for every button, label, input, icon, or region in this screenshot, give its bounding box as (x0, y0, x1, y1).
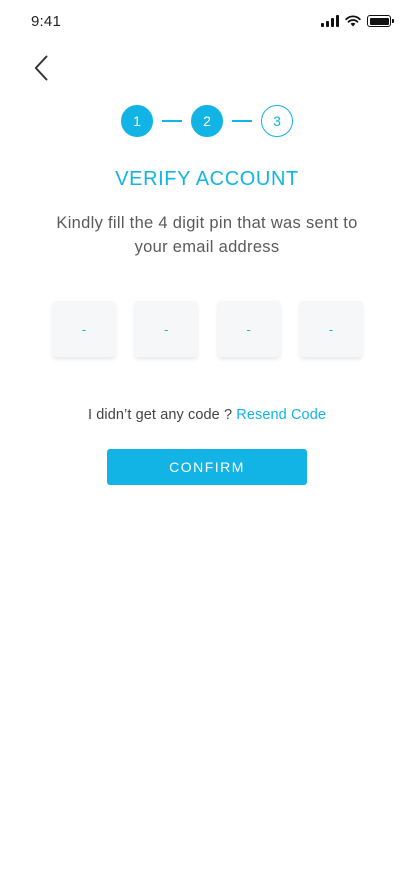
battery-icon (367, 15, 394, 27)
pin-digit-2[interactable]: - (135, 301, 198, 357)
instruction-text: Kindly fill the 4 digit pin that was sen… (56, 214, 358, 256)
progress-stepper: 1 2 3 (0, 105, 414, 137)
step-1: 1 (121, 105, 153, 137)
pin-digit-1[interactable]: - (53, 301, 115, 357)
resend-prompt: I didn’t get any code ? (87, 407, 237, 423)
confirm-button[interactable]: CONFIRM (107, 449, 307, 485)
status-time: 9:41 (31, 13, 61, 30)
step-connector (162, 120, 182, 122)
resend-row: I didn’t get any code ? Resend Code (0, 407, 414, 423)
page-title: VERIFY ACCOUNT (115, 168, 299, 190)
status-icons (321, 14, 394, 28)
step-3: 3 (261, 105, 293, 137)
pin-input-row: - - - - (53, 301, 362, 357)
back-button[interactable] (26, 52, 56, 84)
wifi-icon (345, 15, 361, 27)
pin-digit-3[interactable]: - (217, 301, 280, 357)
resend-code-link[interactable]: Resend Code (236, 407, 326, 423)
step-connector (232, 120, 252, 122)
cellular-signal-icon (321, 15, 339, 27)
pin-digit-4[interactable]: - (299, 301, 362, 357)
chevron-left-icon (34, 55, 48, 81)
step-2: 2 (191, 105, 223, 137)
verify-account-screen: 9:41 1 2 3 VERIFY ACCOUNT Kindly fill th… (0, 0, 414, 896)
